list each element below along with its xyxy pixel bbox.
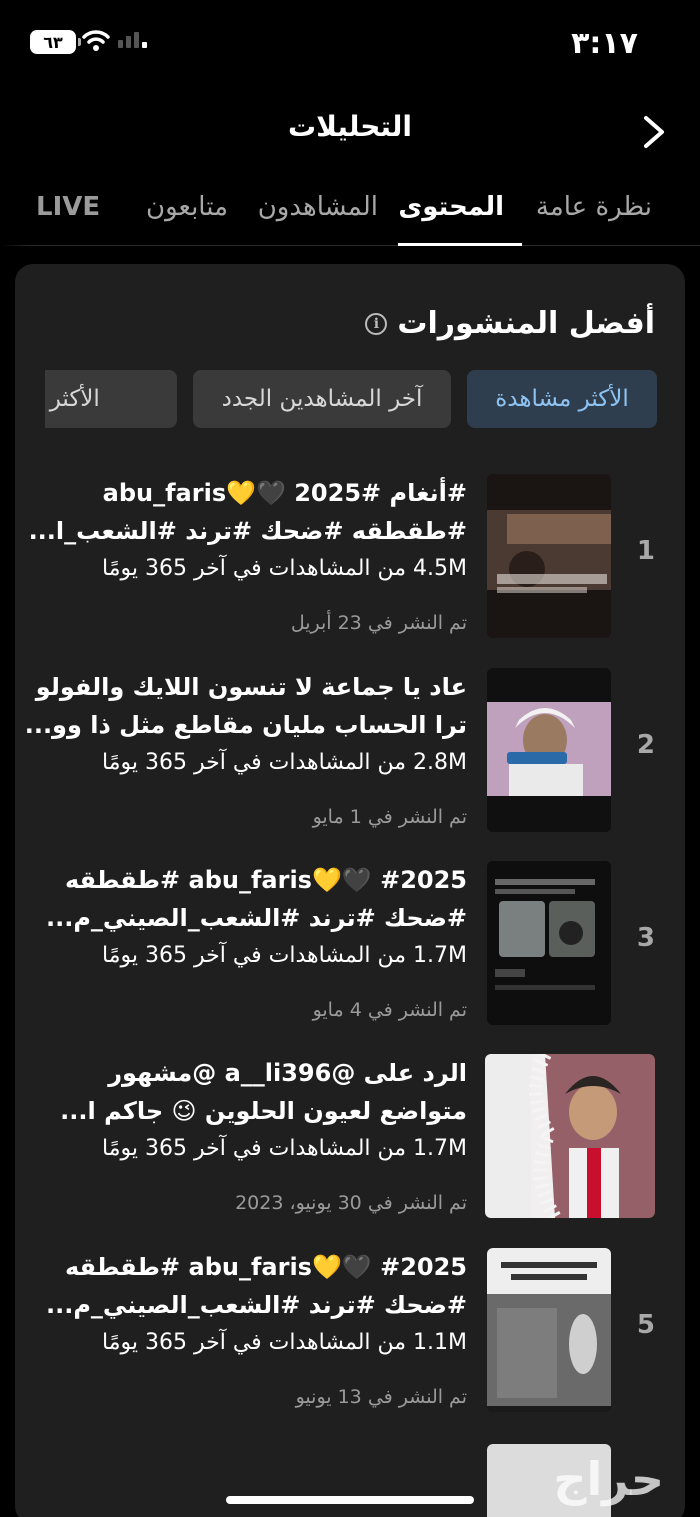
tab-content[interactable]: المحتوى — [398, 192, 504, 222]
info-icon[interactable]: i — [365, 312, 388, 335]
section-title: أفضل المنشورات i — [365, 306, 655, 341]
post-date: تم النشر في 30 يونيو، 2023 — [235, 1192, 467, 1214]
post-row[interactable]: الرد على @a__li396 @مشهور متواضع لعيون ا… — [15, 1054, 685, 1234]
post-rank: 5 — [636, 1310, 655, 1340]
top-posts-card: أفضل المنشورات i الأكثر مشاهدة آخر المشا… — [15, 264, 685, 1517]
battery-icon: ٦٣ — [30, 30, 81, 54]
post-date: تم النشر في 1 مايو — [312, 806, 467, 828]
post-caption-line2: #ضحك #ترند #الشعب_الصيني_م... — [45, 904, 467, 932]
tab-overview[interactable]: نظرة عامة — [536, 192, 652, 222]
post-caption-line1: #2025 🖤💛abu_faris #طقطقه — [64, 1253, 467, 1281]
filter-most-liked[interactable]: الأكثر إعجابًا — [45, 370, 177, 428]
post-caption-line1: #2025 🖤💛abu_faris #طقطقه — [64, 866, 467, 894]
post-info: الرد على @a__li396 @مشهور متواضع لعيون ا… — [27, 1054, 467, 1214]
post-caption-line1: الرد على @a__li396 @مشهور — [108, 1059, 467, 1087]
page-title: التحليلات — [288, 110, 412, 143]
post-caption-line1: عاد يا جماعة لا تنسون اللايك والفولو — [35, 673, 467, 701]
post-info: عاد يا جماعة لا تنسون اللايك والفولو ترا… — [27, 668, 467, 828]
tab-viewers[interactable]: المشاهدون — [258, 192, 378, 222]
signal-icon — [118, 32, 147, 48]
home-indicator[interactable] — [226, 1496, 474, 1504]
post-row[interactable]: 2 عاد يا جماعة لا تنسون اللايك والفولو ت… — [15, 668, 685, 848]
post-views: 1.1M من المشاهدات في آخر 365 يومًا — [102, 1330, 467, 1355]
post-date: تم النشر في 23 أبريل — [290, 612, 467, 634]
post-row[interactable]: 3 #2025 🖤💛abu_faris #طقطقه #ضحك #ترند #ا… — [15, 861, 685, 1041]
post-row[interactable]: 1 #أنغام #2025 🖤💛abu_faris #طقطقه #ضحك #… — [15, 474, 685, 654]
post-views: 2.8M من المشاهدات في آخر 365 يومًا — [102, 750, 467, 775]
post-caption-line2: #ضحك #ترند #الشعب_الصيني_م... — [45, 1291, 467, 1319]
status-time: ٣:١٧ — [571, 26, 638, 61]
post-row[interactable]: 5 #2025 🖤💛abu_faris #طقطقه #ضحك #ترند #ا… — [15, 1248, 685, 1428]
filter-chips: الأكثر مشاهدة آخر المشاهدين الجدد الأكثر… — [45, 370, 657, 430]
header: التحليلات — [0, 96, 700, 166]
post-views: 4.5M من المشاهدات في آخر 365 يومًا — [102, 556, 467, 581]
post-thumbnail[interactable] — [485, 1054, 655, 1218]
post-info: #أنغام #2025 🖤💛abu_faris #طقطقه #ضحك #تر… — [27, 474, 467, 634]
filter-newest-viewers[interactable]: آخر المشاهدين الجدد — [193, 370, 451, 428]
section-title-text: أفضل المنشورات — [397, 306, 655, 341]
chevron-right-icon[interactable] — [636, 112, 672, 152]
tab-followers[interactable]: متابعون — [146, 192, 228, 222]
post-thumbnail[interactable] — [487, 668, 611, 832]
post-caption-line1: #أنغام #2025 🖤💛abu_faris — [102, 479, 467, 507]
active-tab-indicator — [398, 243, 522, 246]
post-thumbnail[interactable] — [487, 861, 611, 1025]
post-rank: 2 — [636, 730, 655, 760]
post-rank: 3 — [636, 923, 655, 953]
post-info: #2025 🖤💛abu_faris #طقطقه #ضحك #ترند #الش… — [27, 861, 467, 1021]
post-info: #2025 🖤💛abu_faris #طقطقه #ضحك #ترند #الش… — [27, 1248, 467, 1408]
post-rank: 1 — [636, 536, 655, 566]
tab-live[interactable]: LIVE — [36, 192, 100, 222]
tab-bar: نظرة عامة المحتوى المشاهدون متابعون LIVE — [0, 180, 700, 246]
post-date: تم النشر في 4 مايو — [312, 999, 467, 1021]
post-caption-line2: #طقطقه #ضحك #ترند #الشعب_ا... — [28, 517, 467, 545]
watermark-logo: حراج — [553, 1452, 664, 1506]
tabs-fade — [0, 180, 30, 246]
post-thumbnail[interactable] — [487, 474, 611, 638]
status-bar: ٣:١٧ ٦٣ — [0, 0, 700, 86]
post-caption-line2: ترا الحساب مليان مقاطع مثل ذا وو... — [27, 711, 467, 739]
post-caption-line2: متواضع لعيون الحلوين 😉 جاكم ا... — [60, 1097, 467, 1125]
wifi-icon — [82, 30, 110, 51]
filter-most-viewed[interactable]: الأكثر مشاهدة — [467, 370, 657, 428]
post-views: 1.7M من المشاهدات في آخر 365 يومًا — [102, 943, 467, 968]
post-date: تم النشر في 13 يونيو — [295, 1386, 467, 1408]
post-thumbnail[interactable] — [487, 1248, 611, 1412]
post-views: 1.7M من المشاهدات في آخر 365 يومًا — [102, 1136, 467, 1161]
